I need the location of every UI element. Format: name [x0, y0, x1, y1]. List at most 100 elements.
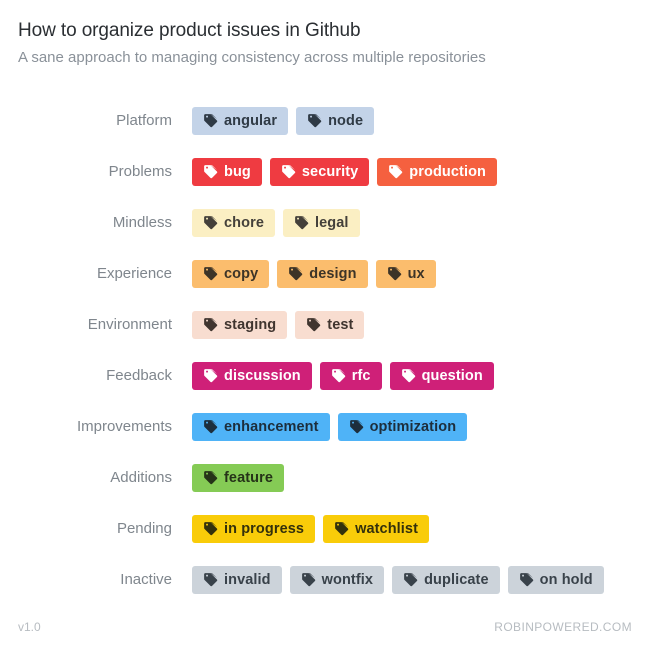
label-tag[interactable]: optimization — [337, 412, 468, 441]
label-tag[interactable]: in progress — [192, 514, 316, 543]
label-tag-text: staging — [224, 316, 277, 333]
label-tag[interactable]: node — [296, 106, 375, 135]
tag-group: staging test — [192, 310, 650, 339]
label-tag[interactable]: discussion — [192, 361, 312, 390]
tag-icon — [306, 317, 321, 332]
category-label: Platform — [116, 112, 172, 129]
label-tag-text: chore — [224, 214, 264, 231]
label-tag-text: security — [301, 163, 359, 180]
label-tag-text: design — [309, 265, 357, 282]
tag-group: bug security production — [192, 157, 650, 186]
tag-icon — [203, 266, 218, 281]
category-label: Mindless — [112, 214, 172, 231]
tag-icon — [331, 368, 346, 383]
category-row: Improvements enhancement optimization — [0, 401, 650, 452]
tag-icon — [403, 572, 418, 587]
label-tag-text: production — [409, 163, 487, 180]
tag-icon — [387, 266, 402, 281]
label-tag-text: copy — [224, 265, 259, 282]
tag-icon — [203, 521, 218, 536]
label-tag-text: ux — [407, 265, 425, 282]
category-row: Additions feature — [0, 452, 650, 503]
tag-icon — [203, 572, 218, 587]
category-label: Environment — [87, 316, 172, 333]
category-label: Inactive — [120, 571, 172, 588]
label-tag-text: legal — [315, 214, 349, 231]
label-tag-text: test — [327, 316, 354, 333]
category-label: Pending — [116, 520, 172, 537]
label-tag[interactable]: security — [269, 157, 370, 186]
category-row: Feedback discussion rfc question — [0, 350, 650, 401]
tag-icon — [203, 113, 218, 128]
tag-icon — [388, 164, 403, 179]
label-tag[interactable]: design — [277, 259, 368, 288]
label-tag-text: invalid — [224, 571, 271, 588]
tag-icon — [349, 419, 364, 434]
label-tag[interactable]: bug — [192, 157, 262, 186]
tag-group: discussion rfc question — [192, 361, 650, 390]
label-tag[interactable]: feature — [192, 463, 285, 492]
tag-group: chore legal — [192, 208, 650, 237]
label-category-list: Platform angular node Problems bug security pr… — [0, 95, 650, 605]
label-tag[interactable]: on hold — [507, 565, 604, 594]
label-tag-text: in progress — [224, 520, 305, 537]
category-row: Pending in progress watchlist — [0, 503, 650, 554]
page-subtitle: A sane approach to managing consistency … — [18, 49, 486, 66]
category-row: Experience copy design ux — [0, 248, 650, 299]
category-label: Problems — [108, 163, 172, 180]
label-tag-text: duplicate — [424, 571, 489, 588]
tag-icon — [294, 215, 309, 230]
label-tag-text: watchlist — [355, 520, 419, 537]
tag-group: angular node — [192, 106, 650, 135]
label-tag-text: enhancement — [224, 418, 319, 435]
tag-icon — [203, 419, 218, 434]
tag-icon — [334, 521, 349, 536]
infographic-page: How to organize product issues in Github… — [0, 0, 650, 650]
tag-icon — [307, 113, 322, 128]
category-row: Mindless chore legal — [0, 197, 650, 248]
label-tag[interactable]: invalid — [192, 565, 282, 594]
tag-icon — [401, 368, 416, 383]
tag-group: enhancement optimization — [192, 412, 650, 441]
tag-icon — [519, 572, 534, 587]
label-tag[interactable]: enhancement — [192, 412, 330, 441]
label-tag-text: question — [421, 367, 483, 384]
label-tag[interactable]: chore — [192, 208, 275, 237]
label-tag[interactable]: test — [295, 310, 365, 339]
label-tag[interactable]: watchlist — [323, 514, 430, 543]
label-tag[interactable]: rfc — [319, 361, 382, 390]
category-row: Inactive invalid wontfix duplicate on hold — [0, 554, 650, 605]
label-tag[interactable]: duplicate — [392, 565, 500, 594]
label-tag[interactable]: legal — [283, 208, 360, 237]
label-tag[interactable]: staging — [192, 310, 288, 339]
label-tag[interactable]: production — [377, 157, 498, 186]
tag-icon — [288, 266, 303, 281]
tag-icon — [203, 470, 218, 485]
header: How to organize product issues in Github… — [18, 18, 632, 69]
label-tag[interactable]: angular — [192, 106, 289, 135]
tag-icon — [203, 317, 218, 332]
tag-icon — [301, 572, 316, 587]
tag-icon — [203, 215, 218, 230]
label-tag-text: optimization — [369, 418, 457, 435]
tag-icon — [203, 164, 218, 179]
category-label: Additions — [110, 469, 172, 486]
label-tag-text: bug — [224, 163, 251, 180]
label-tag[interactable]: wontfix — [289, 565, 385, 594]
tag-group: copy design ux — [192, 259, 650, 288]
category-row: Environment staging test — [0, 299, 650, 350]
category-row: Platform angular node — [0, 95, 650, 146]
label-tag-text: rfc — [351, 367, 371, 384]
category-row: Problems bug security production — [0, 146, 650, 197]
label-tag[interactable]: copy — [192, 259, 270, 288]
label-tag-text: node — [328, 112, 364, 129]
label-tag-text: angular — [224, 112, 278, 129]
tag-icon — [281, 164, 296, 179]
tag-group: invalid wontfix duplicate on hold — [192, 565, 650, 594]
label-tag[interactable]: question — [389, 361, 494, 390]
label-tag-text: wontfix — [321, 571, 374, 588]
footer: v1.0 ROBINPOWERED.COM — [18, 620, 632, 634]
label-tag[interactable]: ux — [375, 259, 436, 288]
tag-group: feature — [192, 463, 650, 492]
category-label: Experience — [96, 265, 172, 282]
